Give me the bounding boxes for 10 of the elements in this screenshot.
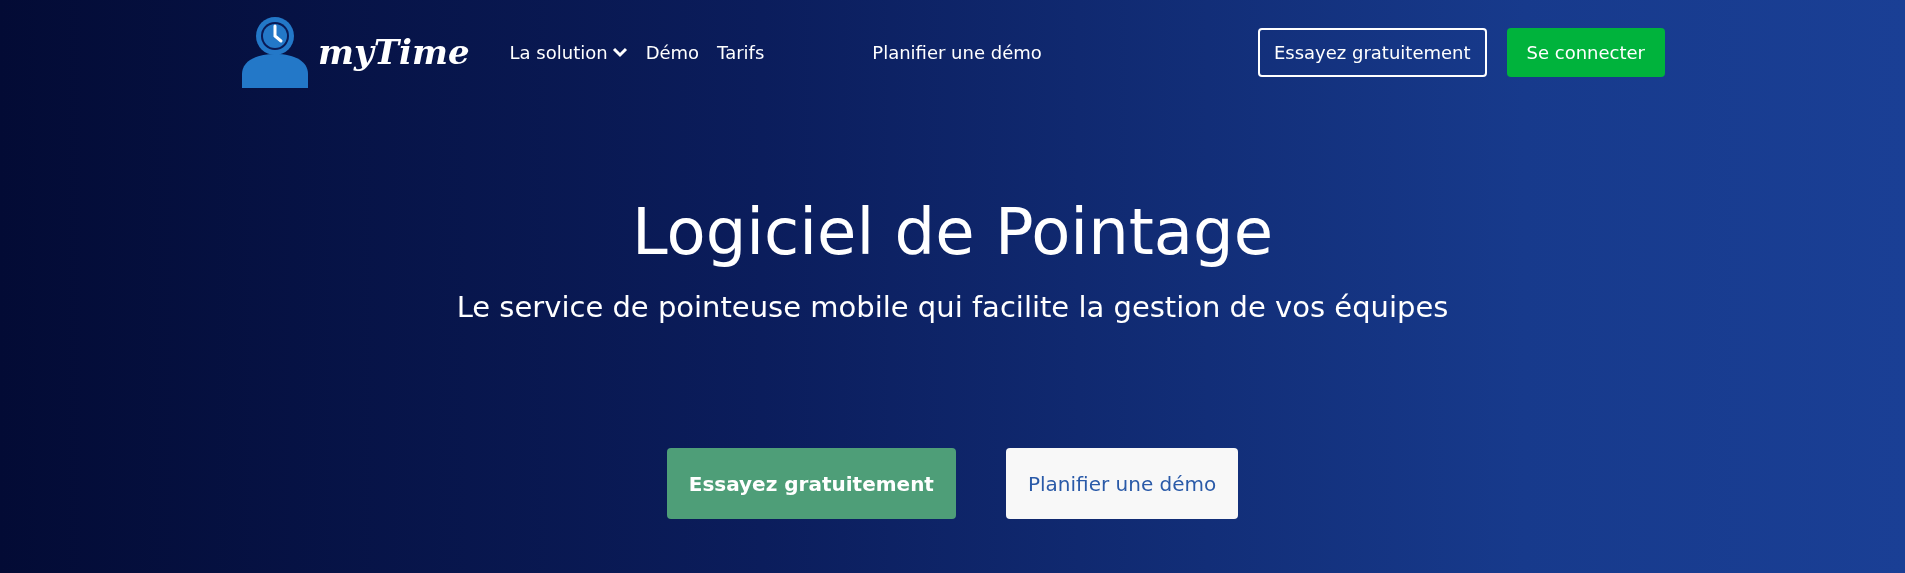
trial-button[interactable]: Essayez gratuitement bbox=[1257, 27, 1487, 77]
nav-link[interactable]: Planifier une démo bbox=[872, 41, 1042, 63]
chevron-down-icon bbox=[611, 46, 628, 58]
nav-link[interactable]: Démo bbox=[645, 41, 700, 63]
hero-subtitle: Le service de pointeuse mobile qui facilite la gestion de vos équipes bbox=[456, 290, 1449, 324]
demo-button[interactable]: Planifier une démo bbox=[1005, 448, 1239, 519]
nav-link[interactable]: La solution bbox=[509, 41, 628, 63]
person-clock-icon bbox=[240, 16, 310, 88]
logo-text[interactable]: myTime bbox=[318, 32, 470, 72]
nav-link[interactable]: Tarifs bbox=[717, 41, 765, 63]
